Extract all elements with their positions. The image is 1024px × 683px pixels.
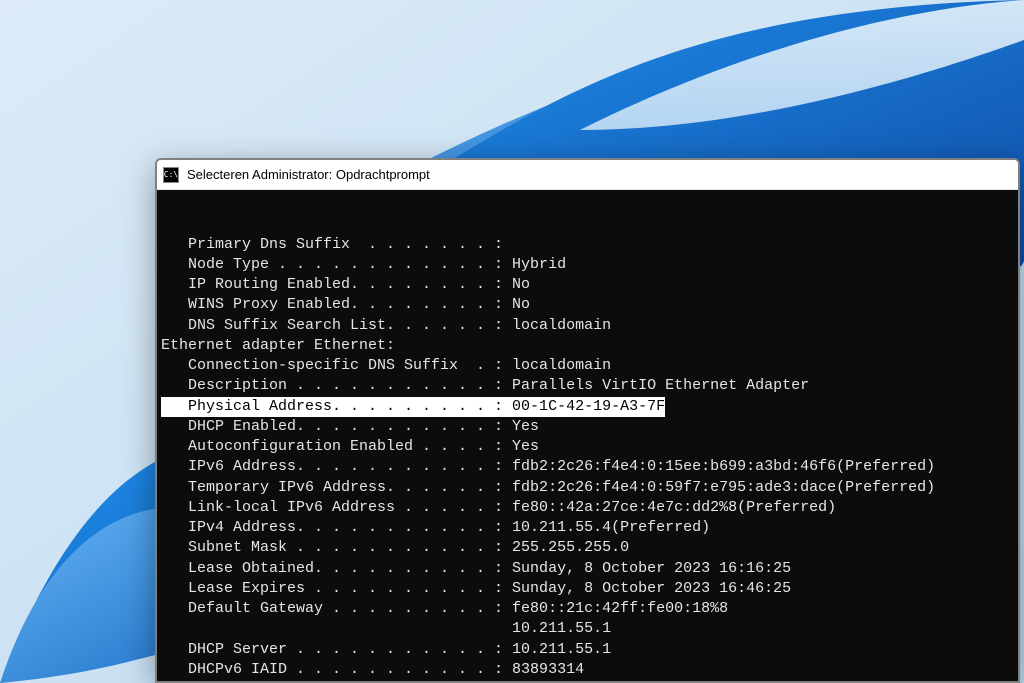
terminal-line: DHCPv6 IAID . . . . . . . . . . . : 8389… (161, 660, 1008, 680)
terminal-line: WINS Proxy Enabled. . . . . . . . : No (161, 295, 1008, 315)
terminal-line: Subnet Mask . . . . . . . . . . . : 255.… (161, 538, 1008, 558)
terminal-line: Default Gateway . . . . . . . . . : fe80… (161, 599, 1008, 619)
terminal-line: Description . . . . . . . . . . . : Para… (161, 376, 1008, 396)
terminal-line: 10.211.55.1 (161, 619, 1008, 639)
terminal-line: Autoconfiguration Enabled . . . . : Yes (161, 437, 1008, 457)
cmd-icon: C:\ (163, 167, 179, 183)
window-title: Selecteren Administrator: Opdrachtprompt (187, 167, 430, 182)
terminal-line: Connection-specific DNS Suffix . : local… (161, 356, 1008, 376)
cmd-icon-glyph: C:\ (164, 170, 178, 179)
highlighted-physical-address: Physical Address. . . . . . . . . : 00-1… (161, 397, 665, 417)
terminal-line: DNS Suffix Search List. . . . . . : loca… (161, 316, 1008, 336)
terminal-line: Lease Obtained. . . . . . . . . . : Sund… (161, 559, 1008, 579)
terminal-line: Node Type . . . . . . . . . . . . : Hybr… (161, 255, 1008, 275)
terminal-output[interactable]: Primary Dns Suffix . . . . . . . : Node … (157, 190, 1018, 681)
terminal-line: DHCP Enabled. . . . . . . . . . . : Yes (161, 417, 1008, 437)
terminal-line: Primary Dns Suffix . . . . . . . : (161, 235, 1008, 255)
terminal-line: IPv4 Address. . . . . . . . . . . : 10.2… (161, 518, 1008, 538)
terminal-line: DHCP Server . . . . . . . . . . . : 10.2… (161, 640, 1008, 660)
command-prompt-window[interactable]: C:\ Selecteren Administrator: Opdrachtpr… (155, 158, 1020, 683)
terminal-line: Ethernet adapter Ethernet: (161, 336, 1008, 356)
terminal-line: Temporary IPv6 Address. . . . . . : fdb2… (161, 478, 1008, 498)
window-titlebar[interactable]: C:\ Selecteren Administrator: Opdrachtpr… (157, 160, 1018, 190)
terminal-line: Lease Expires . . . . . . . . . . : Sund… (161, 579, 1008, 599)
terminal-line: Link-local IPv6 Address . . . . . : fe80… (161, 498, 1008, 518)
terminal-line: IP Routing Enabled. . . . . . . . : No (161, 275, 1008, 295)
terminal-line: IPv6 Address. . . . . . . . . . . : fdb2… (161, 457, 1008, 477)
terminal-line: Physical Address. . . . . . . . . : 00-1… (161, 397, 1008, 417)
